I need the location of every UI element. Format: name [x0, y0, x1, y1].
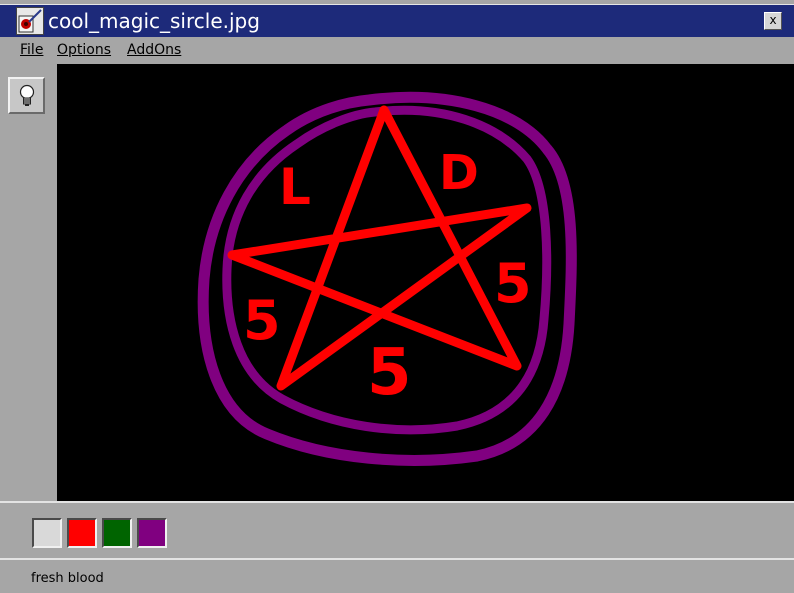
- tool-panel: [0, 64, 57, 501]
- title-bar: cool_magic_sircle.jpg x: [0, 4, 794, 38]
- menu-addons-label: AddOns: [127, 42, 182, 58]
- lightbulb-tool-button[interactable]: [8, 77, 45, 114]
- menu-file-label: File: [20, 42, 44, 58]
- menu-file[interactable]: File: [20, 41, 43, 59]
- paint-window: cool_magic_sircle.jpg x File Options Add…: [0, 0, 794, 593]
- swatch-red[interactable]: [67, 518, 97, 548]
- swatch-purple[interactable]: [137, 518, 167, 548]
- canvas-number-5-right: 5: [494, 252, 532, 315]
- menu-options[interactable]: Options: [57, 41, 111, 59]
- canvas-number-5-bottom: 5: [367, 336, 412, 410]
- status-bar: fresh blood: [0, 558, 794, 593]
- menu-options-label: Options: [57, 42, 112, 58]
- menu-addons[interactable]: AddOns: [127, 41, 181, 59]
- swatch-light-gray[interactable]: [32, 518, 62, 548]
- swatch-green[interactable]: [102, 518, 132, 548]
- canvas-number-5-left: 5: [243, 289, 281, 352]
- window-title: cool_magic_sircle.jpg: [48, 9, 260, 33]
- canvas-letter-d: D: [439, 145, 479, 201]
- status-text: fresh blood: [31, 571, 104, 586]
- color-palette: [0, 501, 794, 558]
- close-button[interactable]: x: [764, 12, 782, 30]
- menu-bar: File Options AddOns: [0, 37, 794, 63]
- drawing-canvas[interactable]: L D 5 5 5: [57, 64, 794, 501]
- canvas-letter-l: L: [279, 158, 311, 216]
- lightbulb-icon: [19, 84, 35, 106]
- paint-app-icon: [16, 7, 44, 35]
